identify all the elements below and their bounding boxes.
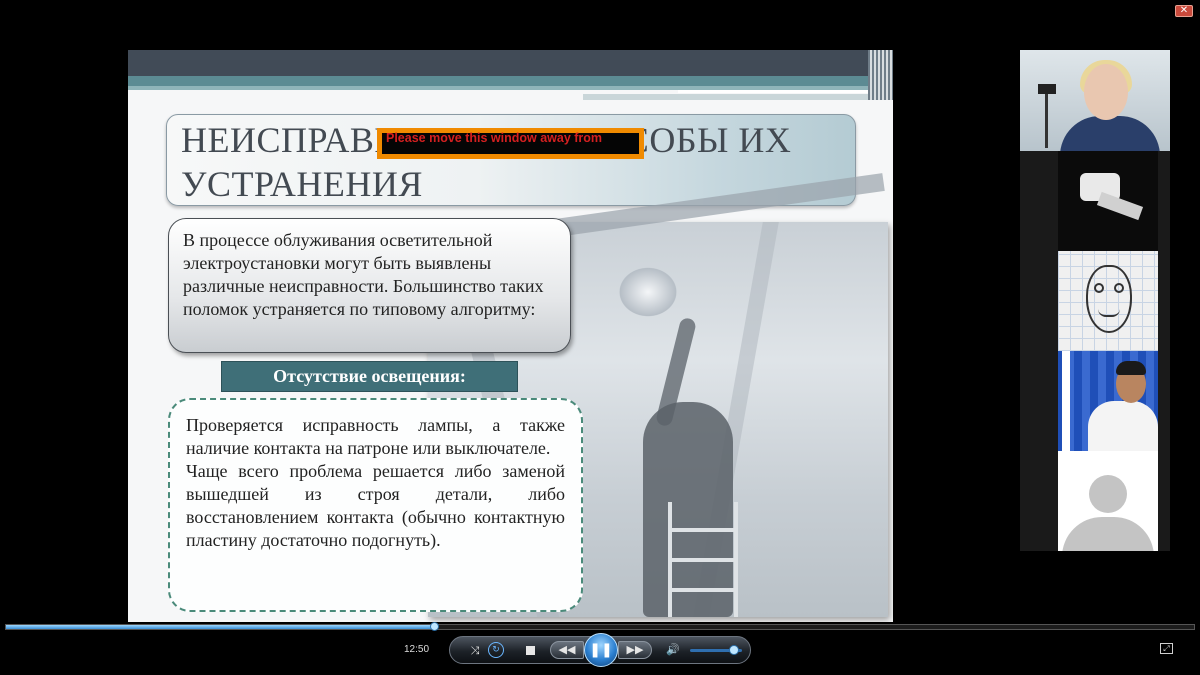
- seek-handle[interactable]: [429, 622, 439, 631]
- drawn-eye: [1094, 283, 1104, 293]
- participant-video-tile[interactable]: [1020, 50, 1170, 151]
- volume-icon[interactable]: 🔊: [666, 643, 680, 657]
- presentation-slide: НЕИСПРАВНОСТИ И СПОСОБЫ ИХ УСТРАНЕНИЯ В …: [128, 50, 893, 622]
- fast-forward-icon[interactable]: ▶▶: [618, 641, 652, 659]
- participant-video-tile[interactable]: [1058, 151, 1158, 251]
- shuffle-icon[interactable]: ⤨: [468, 644, 482, 658]
- slide-header-line: [678, 90, 888, 93]
- participant-video-tile[interactable]: [1058, 351, 1158, 451]
- participant-hair: [1116, 361, 1146, 375]
- participant-face: [1084, 64, 1128, 120]
- switch-view-icon[interactable]: ⤢: [1160, 643, 1173, 654]
- repeat-icon[interactable]: ↻: [488, 642, 504, 658]
- participant-avatar-tile[interactable]: [1058, 451, 1158, 551]
- detail-text-box: Проверяется исправность лампы, а также н…: [168, 398, 583, 612]
- slide-header-stripe: [128, 76, 893, 86]
- rewind-icon[interactable]: ◀◀: [550, 641, 584, 659]
- pause-icon[interactable]: ❚❚: [584, 633, 618, 667]
- ladder: [668, 502, 738, 617]
- avatar-placeholder-icon: [1089, 475, 1127, 513]
- detail-paragraph: Чаще всего проблема решается либо замено…: [186, 461, 565, 550]
- stop-icon[interactable]: [526, 646, 535, 655]
- share-warning-banner[interactable]: Please move this window away from: [377, 128, 644, 159]
- avatar-placeholder-body: [1062, 517, 1154, 551]
- slide-corner-lines: [868, 50, 893, 100]
- intro-text-box: В процессе облуживания осветительной эле…: [168, 218, 571, 353]
- player-controls: ⤨ ↻ ◀◀ ❚❚ ▶▶ 🔊: [449, 633, 751, 667]
- goal-post: [1062, 351, 1070, 451]
- slide-header-accent: [583, 94, 883, 100]
- participant-body: [1060, 116, 1160, 151]
- close-icon[interactable]: ✕: [1175, 5, 1193, 17]
- section-heading: Отсутствие освещения:: [221, 361, 518, 392]
- participants-panel: [1020, 50, 1170, 551]
- drawn-eye: [1114, 283, 1124, 293]
- drawn-face: [1086, 265, 1132, 333]
- detail-paragraph: Проверяется исправность лампы, а также н…: [186, 415, 565, 458]
- slide-header-bar: [128, 50, 893, 76]
- seek-progress: [6, 625, 434, 629]
- participant-drawing-tile[interactable]: [1058, 251, 1158, 351]
- playback-time: 12:50: [404, 644, 430, 655]
- tripod: [1045, 88, 1048, 148]
- volume-handle[interactable]: [729, 645, 740, 655]
- participant-body: [1088, 401, 1158, 451]
- participant-figure: [1096, 191, 1144, 221]
- camera: [1038, 84, 1056, 94]
- seek-bar[interactable]: [5, 622, 1195, 631]
